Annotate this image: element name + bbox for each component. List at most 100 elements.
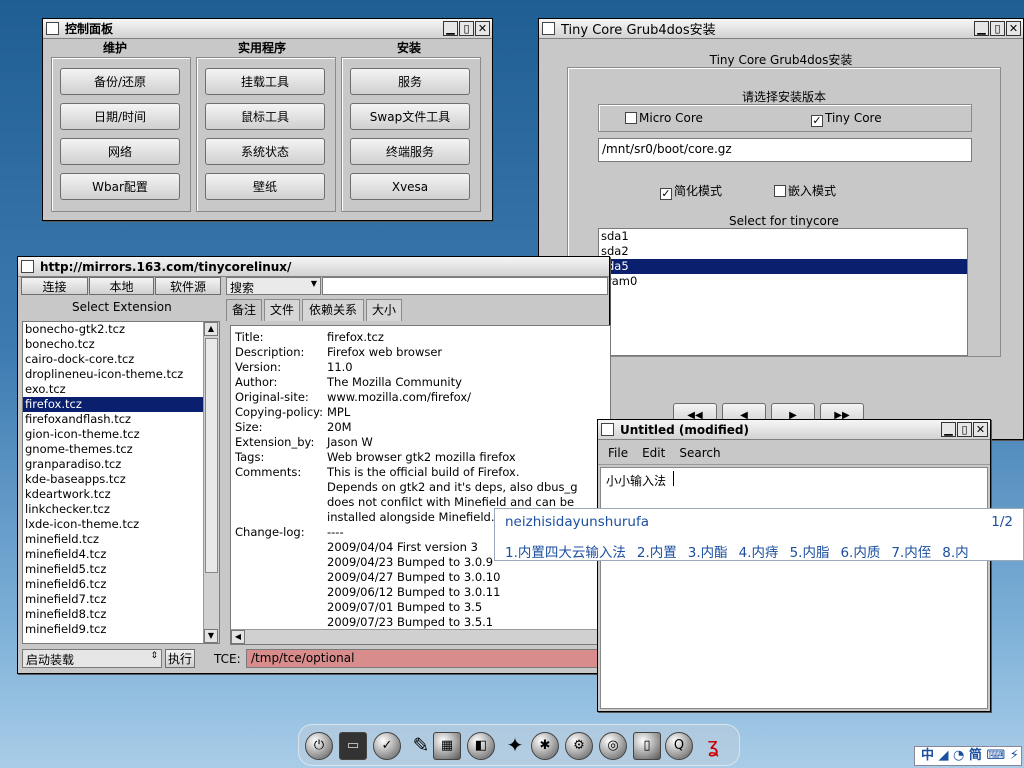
search-input[interactable]: [322, 277, 608, 295]
extension-item[interactable]: minefield8.tcz: [23, 607, 203, 622]
window-menu-icon[interactable]: [601, 423, 614, 436]
editor-pen-icon[interactable]: ✎: [407, 732, 435, 760]
tce-path-input[interactable]: /tmp/tce/optional: [246, 649, 610, 668]
extension-item[interactable]: minefield7.tcz: [23, 592, 203, 607]
network-button[interactable]: 网络: [60, 138, 180, 165]
maximize-icon[interactable]: ▯: [957, 422, 972, 437]
terminal-icon[interactable]: ▭: [339, 732, 367, 760]
mode-select[interactable]: 启动装载 ⇕: [22, 649, 162, 668]
control-panel-titlebar[interactable]: 控制面板 ▁ ▯ ✕: [43, 19, 492, 39]
editor-titlebar[interactable]: Untitled (modified) ▁ ▯ ✕: [598, 420, 990, 440]
extension-item[interactable]: firefoxandflash.tcz: [23, 412, 203, 427]
extension-item[interactable]: cairo-dock-core.tcz: [23, 352, 203, 367]
extension-item[interactable]: minefield6.tcz: [23, 577, 203, 592]
extension-item[interactable]: droplineneu-icon-theme.tcz: [23, 367, 203, 382]
xvesa-button[interactable]: Xvesa: [350, 173, 470, 200]
ime-candidate[interactable]: 3.内酯: [688, 541, 728, 561]
wbar-config-button[interactable]: Wbar配置: [60, 173, 180, 200]
scroll-up-icon[interactable]: ▲: [204, 322, 218, 336]
extension-item[interactable]: bonecho-gtk2.tcz: [23, 322, 203, 337]
partition-item[interactable]: zram0: [599, 274, 967, 289]
control-panel-icon[interactable]: ▦: [433, 732, 461, 760]
close-icon[interactable]: ✕: [973, 422, 988, 437]
tab-dependencies[interactable]: 依赖关系: [302, 299, 364, 321]
qt-icon[interactable]: Q: [665, 732, 693, 760]
window-menu-icon[interactable]: [542, 22, 555, 35]
apps-titlebar[interactable]: http://mirrors.163.com/tinycorelinux/: [18, 257, 609, 277]
ime-candidate[interactable]: 8.内: [942, 541, 968, 561]
mount-icon[interactable]: ◧: [467, 732, 495, 760]
extension-item[interactable]: minefield.tcz: [23, 532, 203, 547]
connect-button[interactable]: 连接: [21, 277, 88, 295]
services-button[interactable]: 服务: [350, 68, 470, 95]
tab-notes[interactable]: 备注: [226, 299, 262, 321]
checkbox-checked-icon[interactable]: ✓: [660, 188, 672, 200]
core-path-input[interactable]: /mnt/sr0/boot/core.gz: [598, 138, 972, 162]
partition-item[interactable]: sda2: [599, 244, 967, 259]
menu-edit[interactable]: Edit: [642, 446, 665, 460]
wallpaper-button[interactable]: 壁纸: [205, 173, 325, 200]
ime-candidate[interactable]: 2.内置: [637, 541, 677, 561]
extension-item[interactable]: minefield5.tcz: [23, 562, 203, 577]
scroll-thumb[interactable]: [205, 338, 218, 573]
minimize-icon[interactable]: ▁: [974, 21, 989, 36]
extension-item[interactable]: granparadiso.tcz: [23, 457, 203, 472]
partition-list[interactable]: sda1 sda2 sda5 zram0: [598, 228, 968, 356]
install-tool-icon[interactable]: ⚙: [565, 732, 593, 760]
execute-button[interactable]: 执行: [165, 649, 195, 668]
extension-item[interactable]: kde-baseapps.tcz: [23, 472, 203, 487]
date-time-button[interactable]: 日期/时间: [60, 103, 180, 130]
wand-icon[interactable]: ✦: [501, 732, 529, 760]
mount-tool-button[interactable]: 挂载工具: [205, 68, 325, 95]
scroll-left-icon[interactable]: ◀: [231, 630, 245, 644]
window-menu-icon[interactable]: [46, 22, 59, 35]
extension-scrollbar[interactable]: ▲ ▼: [203, 322, 219, 643]
partition-item[interactable]: sda1: [599, 229, 967, 244]
ime-candidate[interactable]: 5.内脂: [790, 541, 830, 561]
extension-item[interactable]: gnome-themes.tcz: [23, 442, 203, 457]
menu-search[interactable]: Search: [679, 446, 720, 460]
mouse-tool-button[interactable]: 鼠标工具: [205, 103, 325, 130]
editor-text-area[interactable]: 小小输入法: [600, 467, 988, 709]
extension-item[interactable]: linkchecker.tcz: [23, 502, 203, 517]
info-hscrollbar[interactable]: ◀: [231, 629, 610, 644]
extension-list[interactable]: bonecho-gtk2.tcz bonecho.tcz cairo-dock-…: [22, 321, 220, 644]
simple-mode-option[interactable]: ✓ 简化模式: [660, 182, 722, 200]
extension-item[interactable]: kdeartwork.tcz: [23, 487, 203, 502]
extension-item[interactable]: minefield4.tcz: [23, 547, 203, 562]
extension-item[interactable]: bonecho.tcz: [23, 337, 203, 352]
backup-restore-button[interactable]: 备份/还原: [60, 68, 180, 95]
ime-candidate[interactable]: 7.内侄: [891, 541, 931, 561]
checkbox-unchecked-icon[interactable]: [625, 112, 637, 124]
ime-candidate[interactable]: 4.内痔: [739, 541, 779, 561]
window-menu-icon[interactable]: [21, 260, 34, 273]
ime-candidate[interactable]: 1.内置四大云输入法: [505, 541, 626, 561]
mount-drive-icon[interactable]: ▯: [633, 732, 661, 760]
source-button[interactable]: 软件源: [155, 277, 221, 295]
run-icon[interactable]: ✱: [531, 732, 559, 760]
apps-checkmark-icon[interactable]: ✓: [373, 732, 401, 760]
scroll-down-icon[interactable]: ▼: [204, 629, 218, 643]
ime-candidate[interactable]: 6.内质: [840, 541, 880, 561]
grub-titlebar[interactable]: Tiny Core Grub4dos安装 ▁ ▯ ✕: [539, 19, 1023, 39]
micro-core-option[interactable]: Micro Core: [625, 111, 703, 125]
system-status-button[interactable]: 系统状态: [205, 138, 325, 165]
menu-file[interactable]: File: [608, 446, 628, 460]
tab-size[interactable]: 大小: [366, 299, 402, 321]
local-button[interactable]: 本地: [89, 277, 154, 295]
extension-item[interactable]: minefield9.tcz: [23, 622, 203, 637]
swap-file-tool-button[interactable]: Swap文件工具: [350, 103, 470, 130]
search-mode-select[interactable]: 搜索 ▼: [226, 277, 321, 295]
extension-item[interactable]: gion-icon-theme.tcz: [23, 427, 203, 442]
partition-item-selected[interactable]: sda5: [599, 259, 967, 274]
extension-item[interactable]: exo.tcz: [23, 382, 203, 397]
close-icon[interactable]: ✕: [1006, 21, 1021, 36]
ime-status-bar[interactable]: 中 ◢ ◔ 简 ⌨ ⚡: [914, 746, 1022, 766]
maximize-icon[interactable]: ▯: [990, 21, 1005, 36]
terminal-services-button[interactable]: 终端服务: [350, 138, 470, 165]
tiny-core-logo-icon[interactable]: ʓ: [699, 732, 727, 760]
extension-item[interactable]: lxde-icon-theme.tcz: [23, 517, 203, 532]
close-icon[interactable]: ✕: [475, 21, 490, 36]
disk-icon[interactable]: ◎: [599, 732, 627, 760]
power-icon[interactable]: ⏻: [305, 732, 333, 760]
